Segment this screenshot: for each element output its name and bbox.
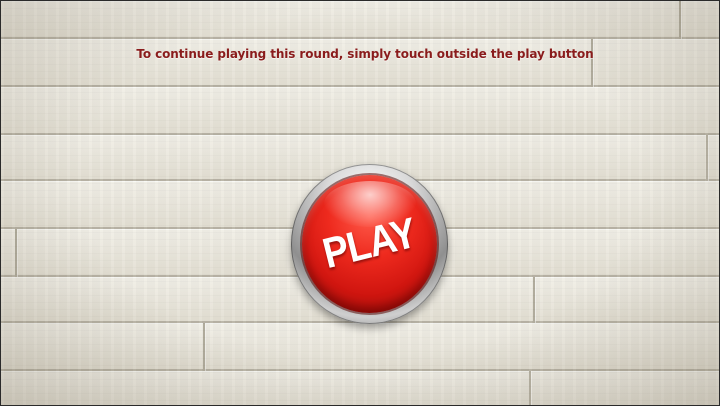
play-button-label: PLAY — [318, 209, 421, 278]
play-button-face[interactable]: PLAY — [302, 175, 437, 313]
instruction-text: To continue playing this round, simply t… — [136, 47, 594, 61]
game-screen[interactable]: To continue playing this round, simply t… — [1, 1, 719, 405]
play-button[interactable]: PLAY — [291, 164, 448, 324]
